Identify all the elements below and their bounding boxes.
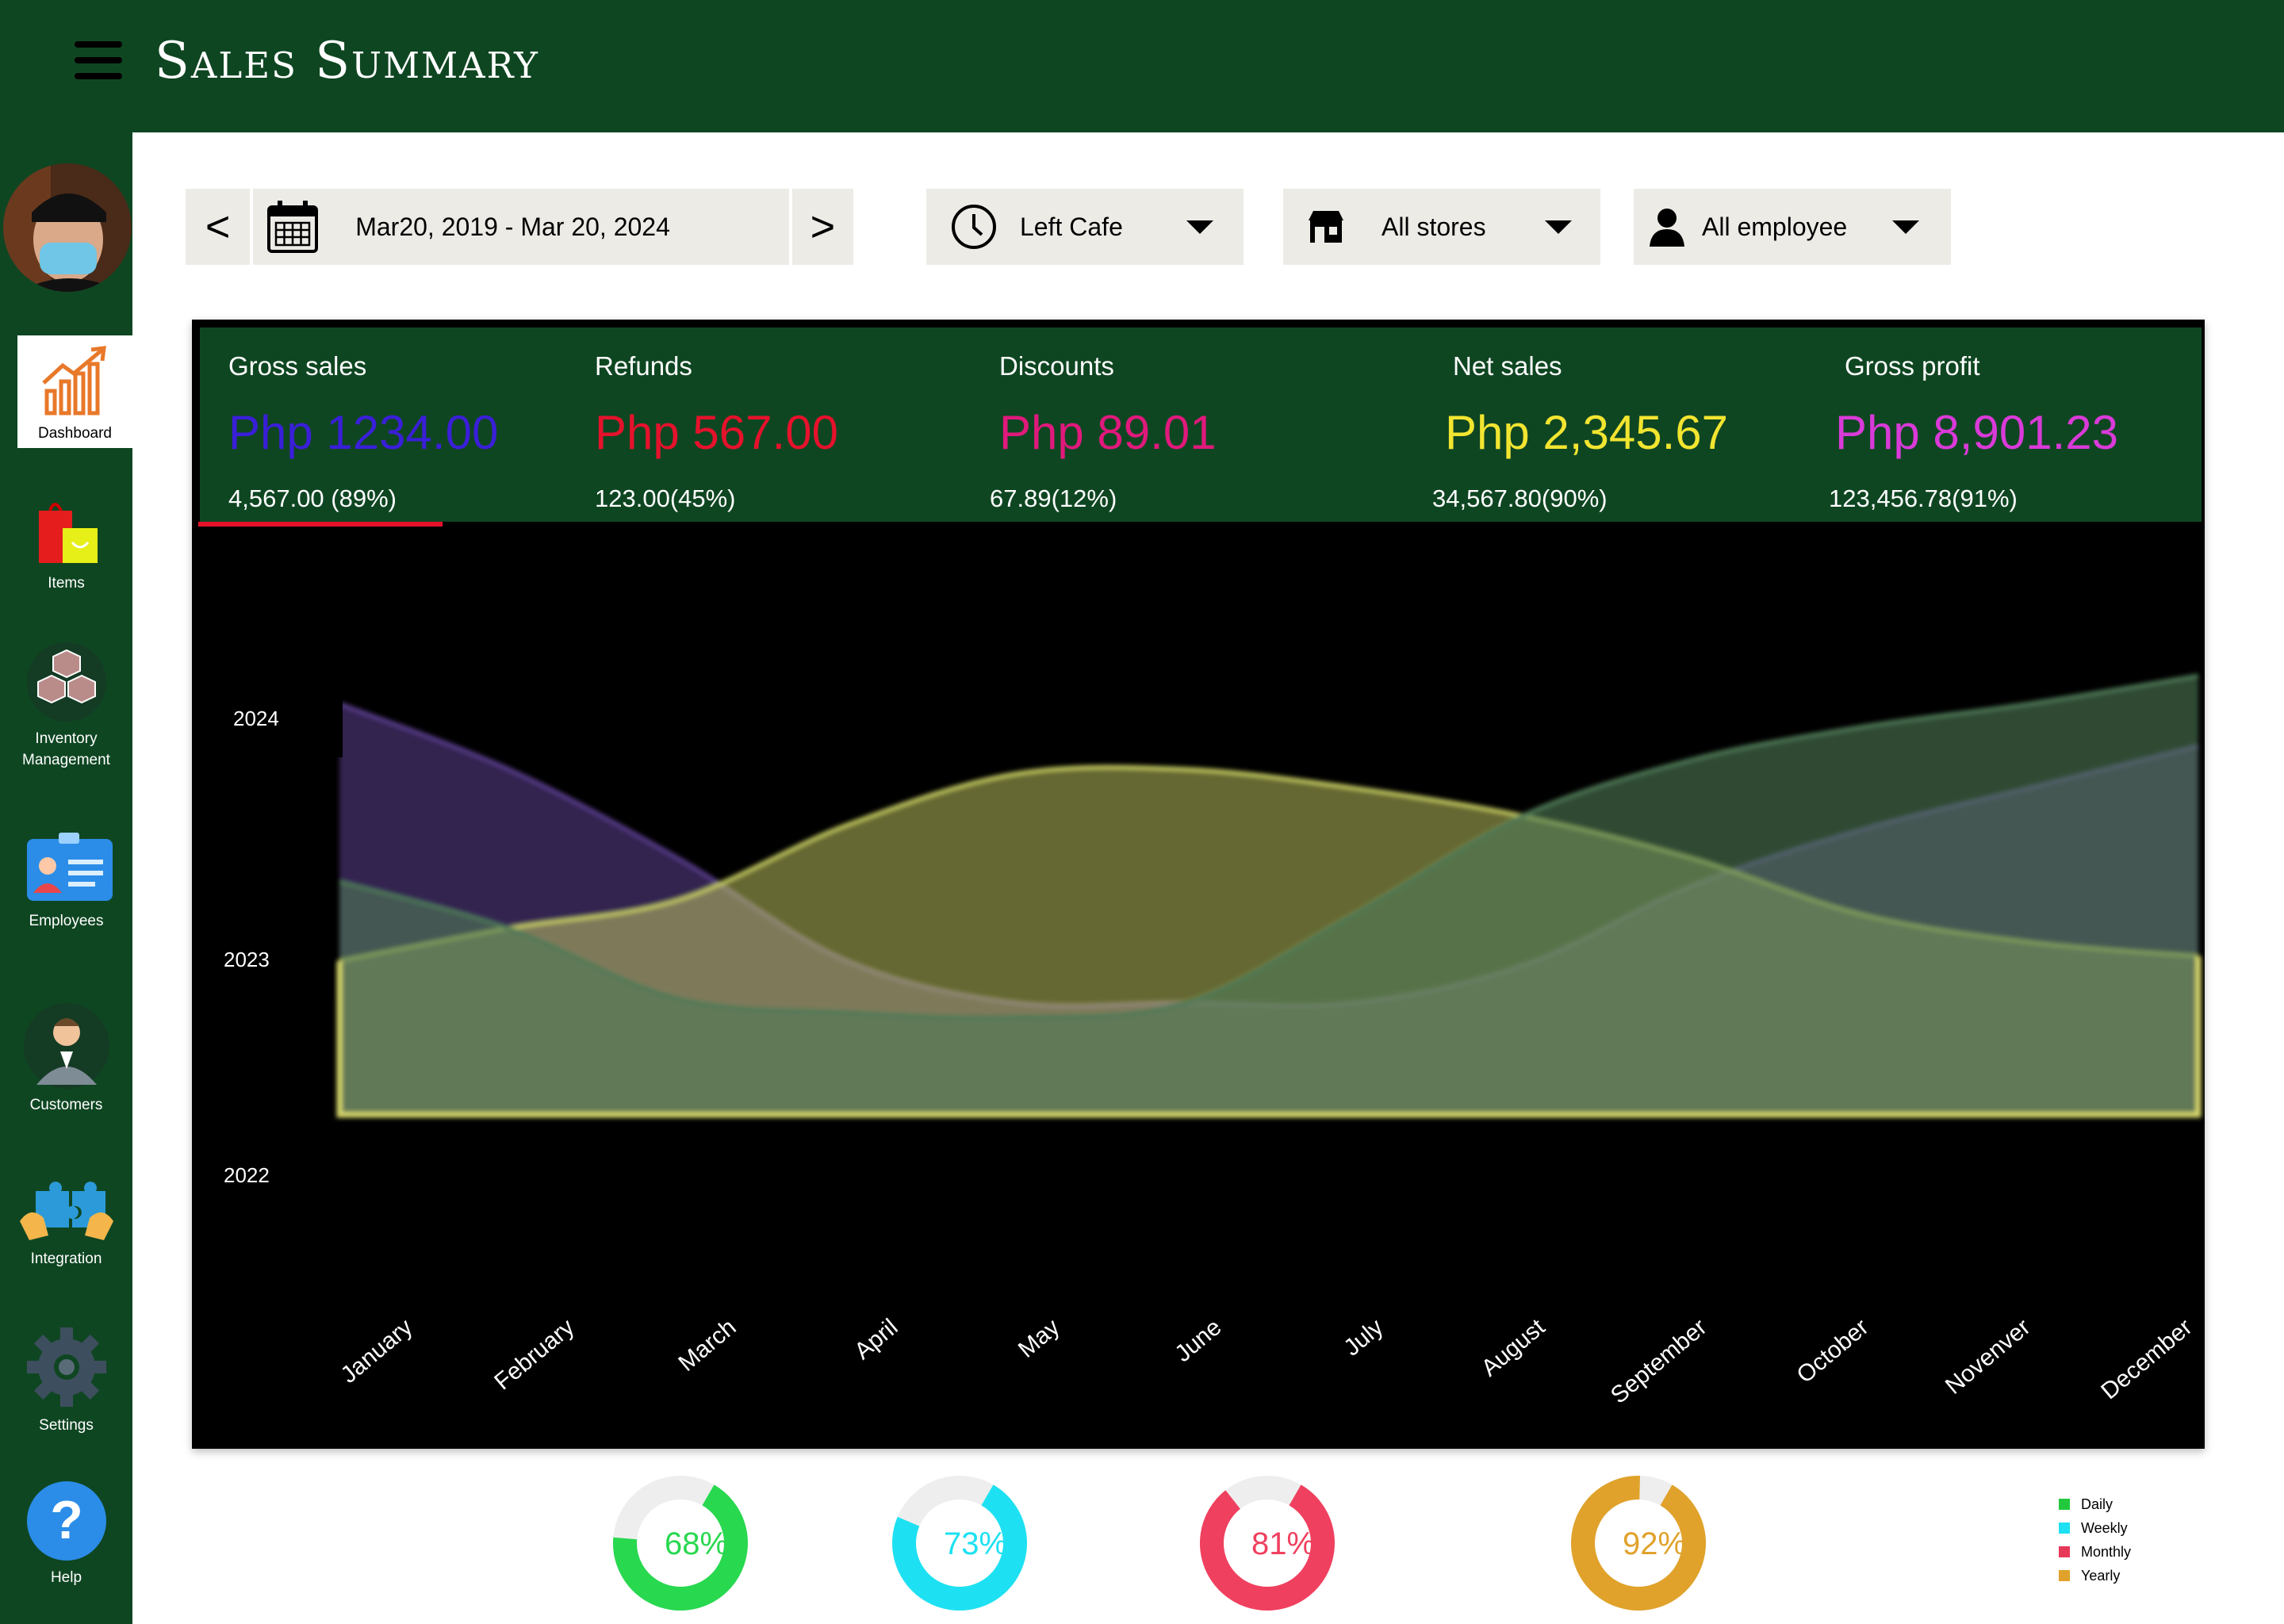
avatar[interactable]	[3, 163, 132, 292]
kpi-sub: 123.00(45%)	[595, 485, 736, 512]
gauge-label: 73%	[944, 1526, 1007, 1561]
legend-label: Monthly	[2081, 1543, 2132, 1560]
x-tick-label: December	[2096, 1314, 2197, 1404]
employee-text: All employee	[1702, 212, 1848, 241]
employee-dropdown[interactable]: All employee	[1634, 189, 1951, 265]
kpi-label: Gross profit	[1845, 351, 1980, 381]
customer-person-icon	[23, 1003, 109, 1089]
kpi-value: Php 2,345.67	[1445, 406, 1728, 459]
sidebar-item-label: Dashboard	[38, 425, 112, 442]
chevron-down-icon[interactable]	[1186, 220, 1213, 234]
x-tick-label: April	[849, 1314, 902, 1365]
legend: Daily Weekly Monthly Yearly	[2059, 1492, 2131, 1588]
dashboard-chart-icon	[41, 346, 106, 416]
selected-kpi-underline	[198, 522, 443, 527]
gauge-row: 68% 73% 81% 92%	[613, 1476, 1706, 1611]
legend-item-monthly[interactable]: Monthly	[2059, 1540, 2131, 1564]
shopping-bag-icon	[38, 503, 98, 563]
hamburger-menu-icon[interactable]	[75, 41, 122, 81]
gauge-label: 81%	[1251, 1526, 1315, 1561]
legend-swatch	[2059, 1546, 2070, 1557]
gauge-label: 92%	[1623, 1526, 1686, 1561]
sidebar-item-label: Items	[48, 575, 85, 592]
x-tick-label: January	[336, 1314, 418, 1388]
stores-text: All stores	[1382, 212, 1486, 241]
kpi-value: Php 1234.00	[228, 406, 499, 459]
year-label-2024: 2024	[219, 680, 343, 757]
kpi-label: Discounts	[999, 351, 1114, 381]
sidebar-item-label: Integration	[30, 1251, 102, 1267]
x-tick-label: August	[1477, 1314, 1550, 1382]
legend-swatch	[2059, 1522, 2070, 1534]
sales-chart-panel: Gross sales Php 1234.00 4,567.00 (89%) R…	[192, 320, 2205, 1449]
sidebar-item-inventory[interactable]: Inventory Management	[0, 641, 132, 771]
sidebar-item-label: Inventory Management	[22, 730, 110, 768]
x-tick-label: March	[673, 1314, 741, 1377]
year-label-2022: 2022	[209, 1136, 333, 1214]
chevron-down-icon[interactable]	[1892, 220, 1919, 234]
kpi-sub: 67.89(12%)	[990, 485, 1117, 512]
next-period-button[interactable]: >	[792, 189, 853, 265]
date-range-filter: < Mar20, 2019 - Mar 20, 2024 >	[186, 189, 853, 265]
x-tick-label: October	[1792, 1314, 1874, 1388]
x-tick-label: June	[1170, 1314, 1226, 1367]
gauge-label: 68%	[665, 1526, 728, 1561]
sidebar-item-settings[interactable]: Settings	[0, 1324, 132, 1436]
top-bar: Sales Summary	[0, 0, 2284, 132]
chevron-down-icon[interactable]	[1545, 220, 1572, 234]
sidebar-item-label: Settings	[39, 1417, 94, 1434]
boxes-icon	[26, 642, 106, 722]
person-icon	[1650, 209, 1684, 247]
legend-swatch	[2059, 1499, 2070, 1510]
sidebar-item-integration[interactable]: Integration	[0, 1174, 132, 1270]
legend-item-daily[interactable]: Daily	[2059, 1492, 2131, 1516]
legend-label: Yearly	[2081, 1567, 2121, 1584]
x-tick-label: September	[1606, 1314, 1712, 1409]
x-tick-label: February	[489, 1314, 579, 1395]
sidebar-item-items[interactable]: Items	[0, 495, 132, 594]
store-location-dropdown[interactable]: Left Cafe	[926, 189, 1244, 265]
kpi-value: Php 89.01	[999, 406, 1217, 459]
date-range-text[interactable]: Mar20, 2019 - Mar 20, 2024	[355, 213, 789, 242]
sidebar-item-label: Employees	[29, 913, 104, 929]
summary-bar: Gross sales Php 1234.00 4,567.00 (89%) R…	[200, 327, 2202, 522]
gear-icon	[26, 1327, 106, 1407]
kpi-label: Net sales	[1453, 351, 1562, 381]
legend-item-yearly[interactable]: Yearly	[2059, 1564, 2131, 1588]
sidebar-item-customers[interactable]: Customers	[0, 1002, 132, 1116]
store-icon	[1309, 211, 1343, 243]
puzzle-icon	[19, 1182, 113, 1240]
kpi-label: Refunds	[595, 351, 692, 381]
kpi-value: Php 567.00	[595, 406, 838, 459]
stores-dropdown[interactable]: All stores	[1283, 189, 1600, 265]
x-tick-label: May	[1014, 1314, 1065, 1363]
kpi-sub: 34,567.80(90%)	[1432, 485, 1608, 512]
kpi-sub: 4,567.00 (89%)	[228, 485, 397, 512]
x-tick-label: July	[1339, 1314, 1388, 1362]
prev-period-button[interactable]: <	[186, 189, 250, 265]
id-card-icon	[26, 833, 113, 901]
year-label-2023: 2023	[209, 921, 333, 998]
sidebar-item-dashboard[interactable]: Dashboard	[17, 335, 132, 448]
legend-item-weekly[interactable]: Weekly	[2059, 1516, 2131, 1540]
legend-label: Daily	[2081, 1496, 2113, 1512]
sidebar-item-employees[interactable]: Employees	[0, 831, 132, 932]
kpi-value: Php 8,901.23	[1835, 406, 2118, 459]
store-location-text: Left Cafe	[1020, 212, 1123, 241]
sales-area-chart: January February March April May June July Augu…	[336, 673, 2202, 1409]
clock-icon	[952, 205, 996, 249]
kpi-sub: 123,456.78(91%)	[1829, 485, 2018, 512]
x-tick-label: Novenver	[1941, 1314, 2036, 1400]
sidebar-item-label: Customers	[29, 1097, 103, 1113]
page-title: Sales Summary	[155, 32, 539, 90]
legend-swatch	[2059, 1570, 2070, 1581]
calendar-icon[interactable]	[253, 189, 331, 265]
legend-label: Weekly	[2081, 1519, 2128, 1536]
kpi-label: Gross sales	[228, 351, 367, 381]
